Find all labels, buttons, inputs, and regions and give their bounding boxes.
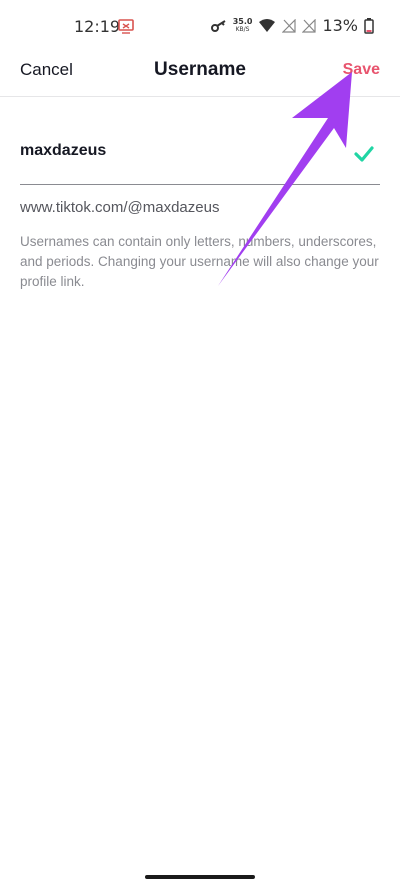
home-indicator[interactable] <box>145 875 255 879</box>
username-field-row <box>20 132 380 185</box>
network-speed-unit: KB/S <box>235 25 250 33</box>
network-speed: 35.0 KB/S <box>232 16 253 34</box>
profile-link: www.tiktok.com/@maxdazeus <box>20 199 220 216</box>
nav-bar: Cancel Username Save <box>0 48 400 97</box>
network-speed-value: 35.0 <box>232 16 253 26</box>
no-signal-icon <box>282 18 297 33</box>
key-icon <box>210 19 226 32</box>
battery-icon <box>364 17 374 34</box>
cancel-button[interactable]: Cancel <box>20 60 73 80</box>
save-button[interactable]: Save <box>343 61 380 79</box>
username-input[interactable] <box>20 142 340 160</box>
username-help-text: Usernames can contain only letters, numb… <box>20 234 379 289</box>
battery-percent: 13% <box>322 16 358 35</box>
wifi-icon <box>259 18 276 32</box>
status-indicators: 35.0 KB/S 13% <box>210 16 374 35</box>
status-time: 12:19 <box>74 17 121 36</box>
no-signal-icon-2 <box>302 18 317 33</box>
checkmark-icon <box>354 146 374 162</box>
screen-record-icon <box>118 19 134 34</box>
